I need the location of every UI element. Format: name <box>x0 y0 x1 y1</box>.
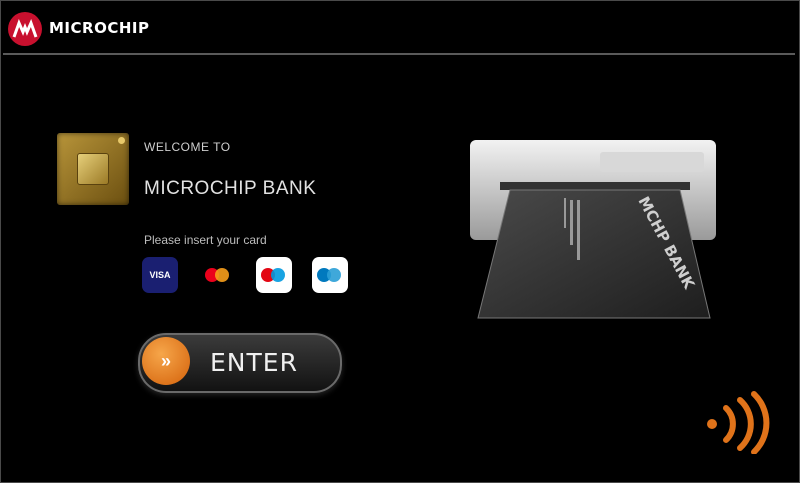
contactless-icon <box>707 391 770 454</box>
mastercard-icon <box>200 257 236 293</box>
atm-card-slot-illustration: MCHP BANK <box>470 140 716 319</box>
brand-name: MICROCHIP <box>49 19 150 37</box>
maestro-icon <box>256 257 292 293</box>
header-bar: MICROCHIP <box>3 3 795 55</box>
insert-card-instruction: Please insert your card <box>144 233 267 247</box>
welcome-text: WELCOME TO <box>144 140 231 154</box>
enter-button-label: ENTER <box>210 348 298 377</box>
enter-button[interactable]: » ENTER <box>138 333 342 393</box>
chip-card-icon <box>57 133 129 205</box>
visa-label: VISA <box>149 270 171 280</box>
arrow-right-icon: » <box>142 337 190 385</box>
card-icon <box>312 257 348 293</box>
visa-icon: VISA <box>142 257 178 293</box>
bank-name: MICROCHIP BANK <box>144 178 317 199</box>
microchip-logo-icon <box>8 12 42 46</box>
